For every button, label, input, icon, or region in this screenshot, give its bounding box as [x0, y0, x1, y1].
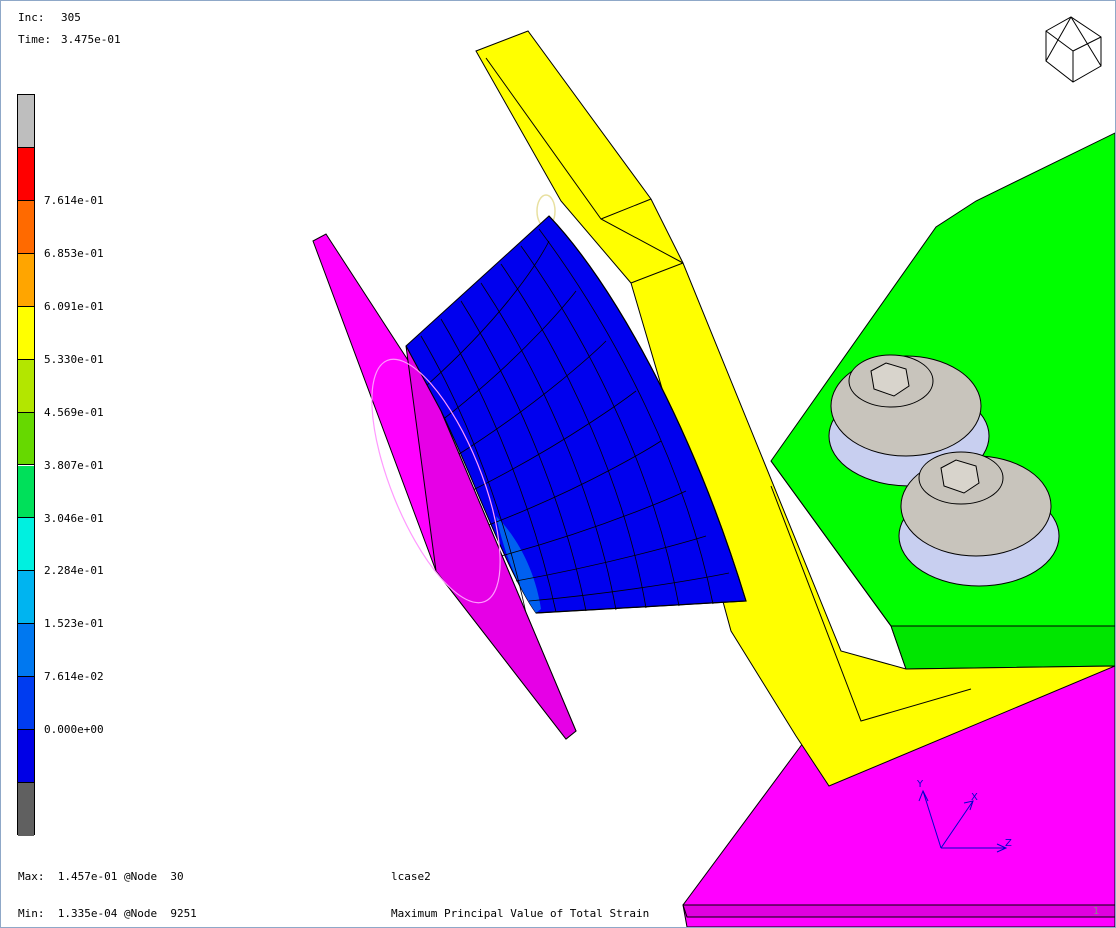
- result-quantity-name: Maximum Principal Value of Total Strain: [391, 907, 650, 920]
- legend-value-label: 6.091e-01: [44, 299, 104, 313]
- legend-color-swatch: [18, 677, 34, 731]
- legend-color-swatch: [18, 624, 34, 678]
- legend-value-label: 3.807e-01: [44, 458, 104, 472]
- legend-color-swatch: [18, 730, 34, 784]
- loadcase-name: lcase2: [391, 870, 431, 883]
- legend-color-swatch: [18, 147, 34, 201]
- legend-value-label: 2.284e-01: [44, 564, 104, 578]
- legend-value-label: 7.614e-02: [44, 670, 104, 684]
- legend-color-swatch: [18, 95, 34, 148]
- graphics-viewport[interactable]: Y X Z Inc: 305 Time: 3.475e-01 7.614e-01…: [0, 0, 1116, 928]
- legend-color-swatch: [18, 412, 34, 466]
- legend-value-label: 3.046e-01: [44, 511, 104, 525]
- legend-color-swatch: [18, 253, 34, 307]
- legend-color-swatch: [18, 783, 34, 836]
- time-label: Time:: [18, 33, 52, 46]
- axis-y-label: Y: [916, 779, 924, 790]
- legend-color-swatch: [18, 571, 34, 625]
- legend-value-label: 6.853e-01: [44, 246, 104, 260]
- axis-x-label: X: [971, 792, 978, 803]
- increment-label: Inc:: [18, 11, 45, 24]
- min-value-text: Min: 1.335e-04 @Node 9251: [18, 907, 197, 920]
- legend-color-swatch: [18, 306, 34, 360]
- time-value: 3.475e-01: [61, 33, 121, 46]
- max-value-text: Max: 1.457e-01 @Node 30: [18, 870, 184, 883]
- viewport-number: 1: [1092, 906, 1099, 917]
- legend-color-swatch: [18, 465, 34, 519]
- legend-value-label: 5.330e-01: [44, 352, 104, 366]
- legend-color-swatch: [18, 200, 34, 254]
- legend-value-label: 4.569e-01: [44, 405, 104, 419]
- bottom-plate-edge: [682, 904, 1115, 918]
- legend-color-swatch: [18, 359, 34, 413]
- color-legend-bar: [17, 94, 35, 836]
- axis-z-label: Z: [1005, 838, 1012, 849]
- model-view[interactable]: Y X Z: [1, 1, 1115, 927]
- legend-value-label: 7.614e-01: [44, 193, 104, 207]
- legend-color-swatch: [18, 518, 34, 572]
- legend-value-label: 0.000e+00: [44, 723, 104, 737]
- view-cube-icon[interactable]: [1045, 16, 1102, 83]
- increment-value: 305: [61, 11, 81, 24]
- legend-value-label: 1.523e-01: [44, 617, 104, 631]
